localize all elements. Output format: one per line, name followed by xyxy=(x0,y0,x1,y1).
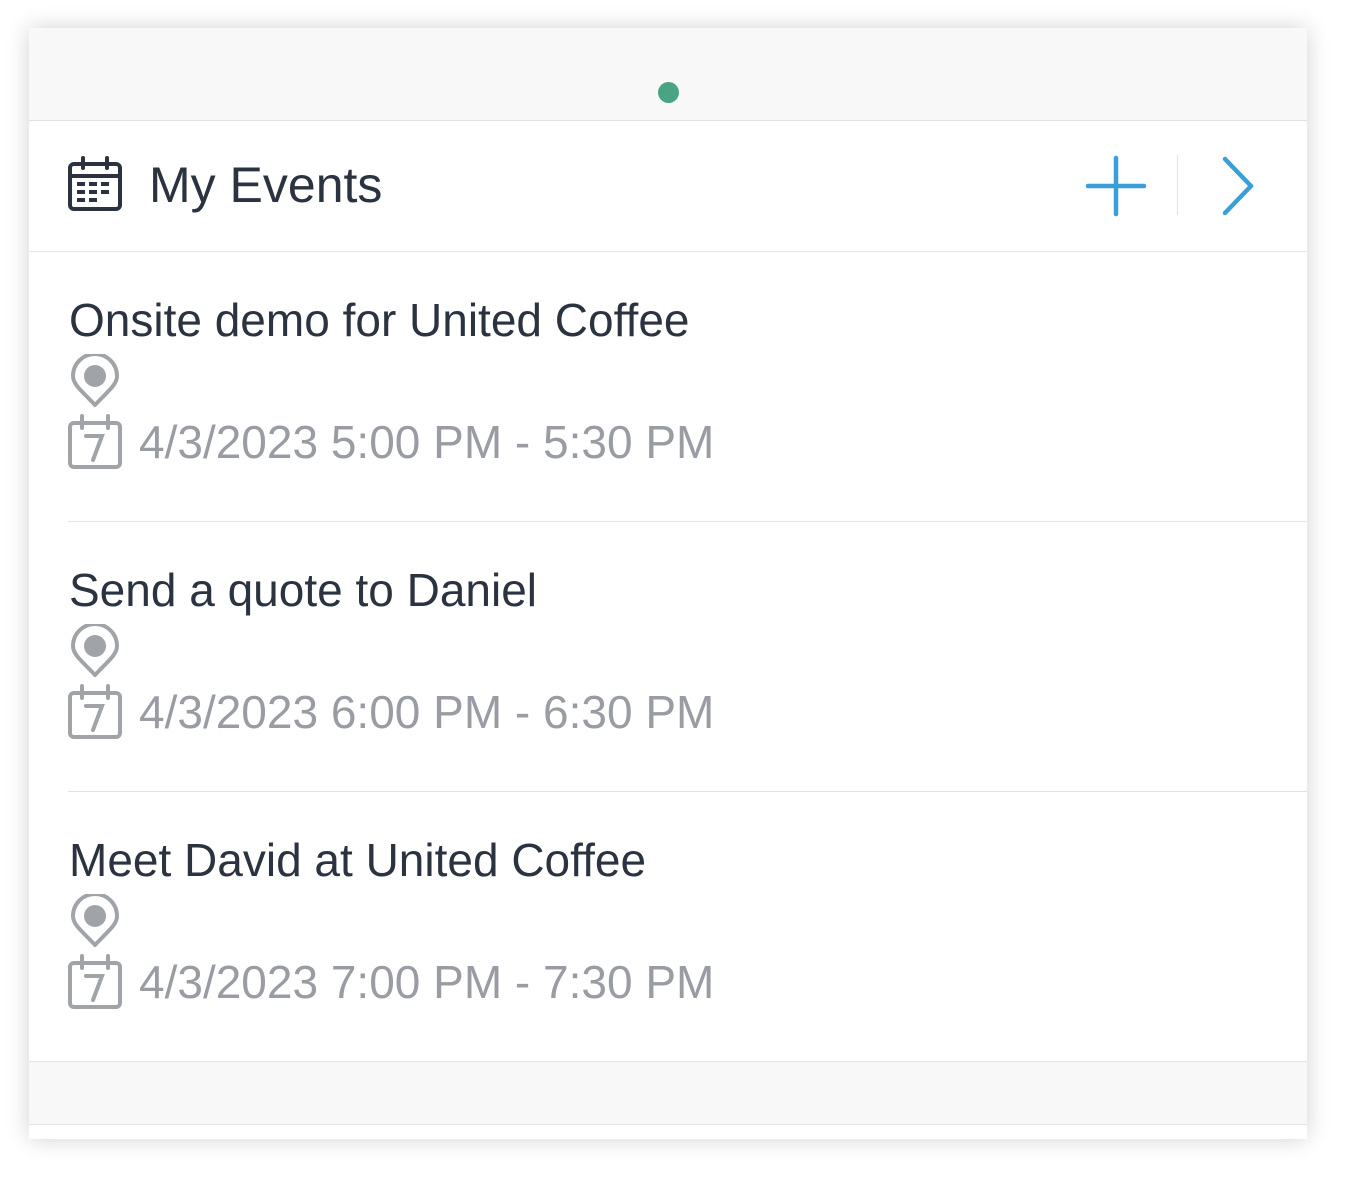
event-item[interactable]: Meet David at United Coffee 4/3/2023 7:0… xyxy=(29,792,1307,1062)
event-title: Send a quote to Daniel xyxy=(69,564,538,616)
calendar-7-icon xyxy=(68,954,122,1009)
header-divider xyxy=(1177,155,1178,215)
event-item[interactable]: Send a quote to Daniel 4/3/2023 6:00 PM … xyxy=(29,522,1307,792)
event-title: Onsite demo for United Coffee xyxy=(69,294,690,346)
events-card: My Events Onsite demo for United Coffee xyxy=(29,28,1307,1139)
location-pin-icon xyxy=(71,624,119,677)
location-pin-icon xyxy=(71,894,119,947)
event-time: 4/3/2023 6:00 PM - 6:30 PM xyxy=(139,686,715,738)
footer-bar xyxy=(29,1061,1307,1125)
top-bar xyxy=(29,28,1307,121)
plus-icon xyxy=(1085,155,1147,217)
page-title: My Events xyxy=(149,157,383,213)
chevron-right-icon xyxy=(1222,156,1254,216)
status-indicator xyxy=(658,82,679,103)
events-header: My Events xyxy=(29,121,1307,252)
add-event-button[interactable] xyxy=(1085,155,1147,217)
calendar-7-icon xyxy=(68,684,122,739)
event-time: 4/3/2023 7:00 PM - 7:30 PM xyxy=(139,956,715,1008)
location-pin-icon xyxy=(71,354,119,407)
event-item[interactable]: Onsite demo for United Coffee 4/3/2023 5… xyxy=(29,252,1307,522)
view-all-events-button[interactable] xyxy=(1213,155,1263,217)
event-title: Meet David at United Coffee xyxy=(69,834,647,886)
calendar-icon xyxy=(68,156,122,211)
event-time: 4/3/2023 5:00 PM - 5:30 PM xyxy=(139,416,715,468)
calendar-7-icon xyxy=(68,414,122,469)
